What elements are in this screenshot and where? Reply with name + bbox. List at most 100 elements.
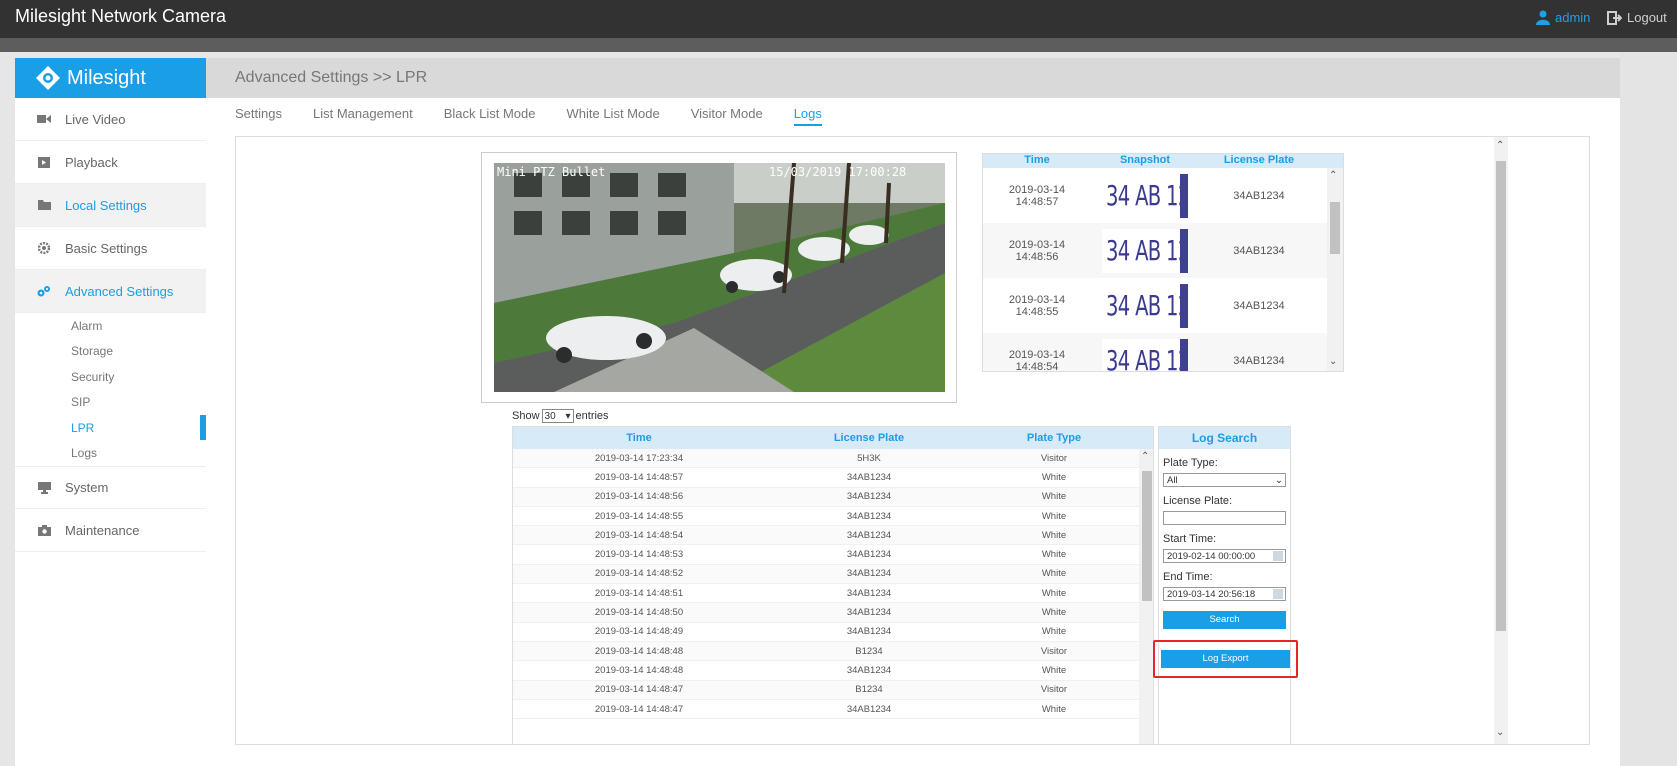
milesight-logo-icon	[36, 66, 60, 90]
row-time: 2019-03-14 14:48:47	[594, 684, 684, 696]
nav-label: Maintenance	[65, 522, 140, 538]
chevron-up-icon[interactable]: ⌃	[1496, 140, 1504, 151]
nav-basic-settings[interactable]: Basic Settings	[15, 227, 206, 270]
start-time-label: Start Time:	[1163, 533, 1217, 545]
row-time: 2019-03-14 17:23:34	[594, 452, 684, 464]
license-plate-input[interactable]	[1163, 511, 1286, 525]
nav-live-video[interactable]: Live Video	[15, 98, 206, 141]
row-plate: 34AB1234	[846, 568, 892, 580]
content-scroll-thumb[interactable]	[1496, 161, 1506, 631]
plate-snapshot-text: 34 AB 1234	[1106, 178, 1188, 212]
nav-playback[interactable]: Playback	[15, 141, 206, 184]
snapshot-rows: 2019-03-1414:48:57 34 AB 1234 34AB1234 2…	[983, 168, 1343, 372]
chevron-down-icon[interactable]: ⌄	[1496, 727, 1504, 738]
calendar-icon[interactable]	[1273, 589, 1283, 599]
snapshot-row[interactable]: 2019-03-1414:48:56 34 AB 1234 34AB1234	[983, 223, 1343, 278]
start-time-value: 2019-02-14 00:00:00	[1167, 550, 1256, 562]
log-table-scrollbar[interactable]: ⌃	[1139, 449, 1153, 744]
table-row[interactable]: 2019-03-14 14:48:54 34AB1234 White	[513, 526, 1153, 546]
snapshot-row[interactable]: 2019-03-1414:48:54 34 AB 1234 34AB1234	[983, 333, 1343, 372]
user-link[interactable]: admin	[1536, 10, 1590, 25]
table-row[interactable]: 2019-03-14 14:48:50 34AB1234 White	[513, 603, 1153, 623]
table-row[interactable]: 2019-03-14 14:48:49 34AB1234 White	[513, 623, 1153, 642]
row-time: 2019-03-14 14:48:51	[594, 587, 684, 599]
row-plate: 34AB1234	[846, 607, 892, 619]
snapshot-row[interactable]: 2019-03-1414:48:57 34 AB 1234 34AB1234	[983, 168, 1343, 223]
table-row[interactable]: 2019-03-14 14:48:56 34AB1234 White	[513, 487, 1153, 507]
col-plate-type[interactable]: Plate Type	[973, 432, 1135, 444]
log-table-scroll-thumb[interactable]	[1142, 471, 1152, 601]
nav-maintenance[interactable]: Maintenance	[15, 509, 206, 552]
table-row[interactable]: 2019-03-14 14:48:57 34AB1234 White	[513, 468, 1153, 488]
nav-label: Live Video	[65, 111, 126, 127]
export-highlight-box: Log Export	[1153, 640, 1298, 678]
tab-list-management[interactable]: List Management	[313, 106, 413, 126]
row-time: 2019-03-14 14:48:54	[594, 529, 684, 541]
sub-item-sip[interactable]: SIP	[15, 390, 206, 416]
nav-local-settings[interactable]: Local Settings	[15, 184, 206, 227]
live-video-frame[interactable]: Mini PTZ Bullet 15/03/2019 17:00:28	[481, 152, 957, 403]
content-scrollbar[interactable]: ⌃ ⌄	[1494, 137, 1508, 744]
col-snapshot: Snapshot	[1119, 154, 1171, 166]
start-time-input[interactable]: 2019-02-14 00:00:00	[1163, 549, 1286, 563]
table-row[interactable]: 2019-03-14 14:48:48 34AB1234 White	[513, 661, 1153, 681]
table-row[interactable]: 2019-03-14 14:48:48 B1234 Visitor	[513, 641, 1153, 662]
end-time-input[interactable]: 2019-03-14 20:56:18	[1163, 587, 1286, 601]
sub-item-lpr[interactable]: LPR	[15, 415, 206, 441]
tab-black-list-mode[interactable]: Black List Mode	[444, 106, 536, 126]
table-row[interactable]: 2019-03-14 14:48:51 34AB1234 White	[513, 584, 1153, 604]
search-button[interactable]: Search	[1163, 611, 1286, 629]
nav-system[interactable]: System	[15, 466, 206, 509]
chevron-down-icon: ▾	[565, 410, 571, 422]
table-row[interactable]: 2019-03-14 14:48:53 34AB1234 White	[513, 545, 1153, 565]
tab-settings[interactable]: Settings	[235, 106, 282, 126]
row-plate-type: White	[1041, 510, 1067, 522]
plate-type-value: All	[1167, 474, 1178, 486]
sub-item-alarm[interactable]: Alarm	[15, 313, 206, 339]
snapshot-scroll-thumb[interactable]	[1330, 202, 1340, 254]
snapshot-scrollbar[interactable]: ⌃ ⌄	[1327, 168, 1343, 371]
row-plate-type: Visitor	[1040, 452, 1068, 464]
table-row[interactable]: 2019-03-14 17:23:34 5H3K Visitor	[513, 449, 1153, 469]
plate-type-select[interactable]: All ⌄	[1163, 473, 1286, 487]
row-plate: 34AB1234	[846, 471, 892, 483]
nav-label: Local Settings	[65, 197, 147, 213]
calendar-icon[interactable]	[1273, 551, 1283, 561]
col-time[interactable]: Time	[513, 432, 765, 444]
video-icon	[37, 113, 51, 125]
camera-icon	[37, 524, 51, 536]
row-plate: 34AB1234	[846, 626, 892, 638]
entries-control: Show 30 ▾ entries	[512, 409, 609, 423]
log-export-button[interactable]: Log Export	[1161, 650, 1290, 668]
plate-snapshot-image: 34 AB 1234	[1102, 338, 1188, 372]
chevron-up-icon[interactable]: ⌃	[1329, 170, 1337, 181]
row-plate: 34AB1234	[846, 703, 892, 715]
sub-item-logs[interactable]: Logs	[15, 441, 206, 467]
user-icon	[1536, 10, 1550, 25]
table-row[interactable]: 2019-03-14 14:48:47 34AB1234 White	[513, 700, 1153, 720]
sub-item-security[interactable]: Security	[15, 364, 206, 390]
license-plate-label: License Plate:	[1163, 495, 1233, 507]
tab-visitor-mode[interactable]: Visitor Mode	[691, 106, 763, 126]
row-time: 2019-03-14 14:48:50	[594, 607, 684, 619]
snapshot-row[interactable]: 2019-03-1414:48:55 34 AB 1234 34AB1234	[983, 278, 1343, 333]
table-row[interactable]: 2019-03-14 14:48:55 34AB1234 White	[513, 507, 1153, 527]
tab-white-list-mode[interactable]: White List Mode	[566, 106, 659, 126]
table-row[interactable]: 2019-03-14 14:48:52 34AB1234 White	[513, 564, 1153, 585]
chevron-down-icon[interactable]: ⌄	[1329, 356, 1337, 367]
nav-advanced-settings[interactable]: Advanced Settings	[15, 270, 206, 313]
user-name: admin	[1555, 10, 1591, 25]
plate-snapshot-text: 34 AB 1234	[1106, 343, 1188, 372]
tab-bar: Settings List Management Black List Mode…	[235, 106, 822, 126]
entries-select[interactable]: 30 ▾	[541, 409, 574, 423]
col-license-plate[interactable]: License Plate	[765, 432, 973, 444]
table-row[interactable]: 2019-03-14 14:48:47 B1234 Visitor	[513, 680, 1153, 700]
logout-button[interactable]: Logout	[1607, 10, 1667, 25]
sub-item-storage[interactable]: Storage	[15, 339, 206, 365]
logo-text: Milesight	[67, 66, 146, 89]
log-table-body: 2019-03-14 17:23:34 5H3K Visitor 2019-03-14…	[513, 449, 1153, 720]
chevron-up-icon[interactable]: ⌃	[1141, 451, 1149, 462]
row-plate-type: White	[1041, 587, 1067, 599]
plate-type-label: Plate Type:	[1163, 457, 1218, 469]
tab-logs[interactable]: Logs	[793, 106, 822, 126]
